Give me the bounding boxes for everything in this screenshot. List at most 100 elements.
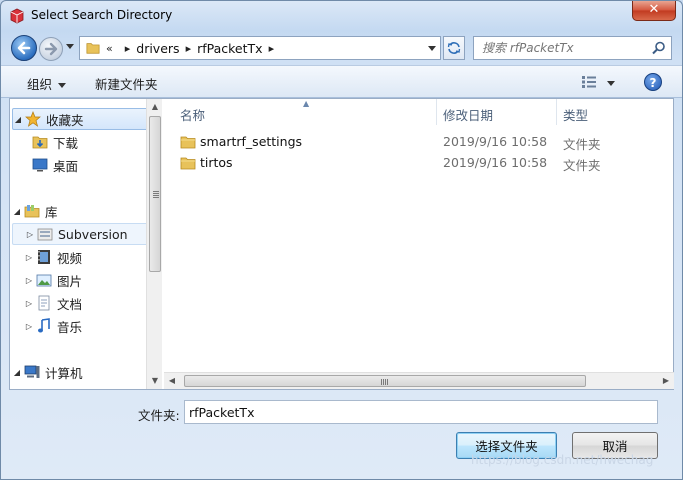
new-folder-label: 新建文件夹 bbox=[95, 77, 158, 92]
breadcrumb-overflow[interactable]: « bbox=[106, 42, 113, 55]
grip-icon bbox=[153, 191, 159, 192]
sidebar-item-label: 收藏夹 bbox=[46, 112, 84, 128]
column-header-label: 修改日期 bbox=[443, 108, 494, 123]
table-row[interactable]: tirtos 2019/9/16 10:58 文件夹 bbox=[180, 153, 670, 173]
forward-button[interactable] bbox=[39, 37, 63, 61]
sidebar-scroll-thumb[interactable] bbox=[149, 116, 161, 272]
scroll-up-icon[interactable]: ▲ bbox=[147, 99, 162, 115]
address-bar[interactable]: « ▸ drivers ▸ rfPacketTx ▸ bbox=[79, 36, 441, 60]
scroll-down-icon[interactable]: ▼ bbox=[147, 373, 162, 389]
close-button[interactable]: ✕ bbox=[632, 1, 676, 21]
desktop-icon bbox=[32, 158, 48, 172]
back-button[interactable] bbox=[11, 35, 37, 61]
sidebar-item-label: 桌面 bbox=[53, 158, 79, 174]
new-folder-button[interactable]: 新建文件夹 bbox=[95, 74, 158, 93]
view-options-icon[interactable] bbox=[581, 75, 597, 89]
navigation-pane: ◢ 收藏夹 下载 桌面 ◢ 库 ▷ Subversion ▷ 视频 ▷ 图片 ▷… bbox=[10, 99, 162, 389]
close-icon: ✕ bbox=[648, 2, 660, 17]
recent-pages-chevron-down-icon[interactable] bbox=[66, 44, 74, 49]
grip-icon bbox=[381, 379, 382, 385]
subversion-library-icon bbox=[37, 228, 53, 241]
breadcrumb-rfpackettx[interactable]: rfPacketTx bbox=[197, 41, 262, 56]
address-chevron-down-icon[interactable] bbox=[428, 46, 436, 51]
expand-icon[interactable]: ▷ bbox=[25, 230, 35, 239]
file-type: 文件夹 bbox=[563, 137, 601, 152]
folder-icon bbox=[180, 136, 196, 149]
sidebar-scrollbar[interactable]: ▲ ▼ bbox=[146, 99, 162, 389]
breadcrumb-separator-icon[interactable]: ▸ bbox=[186, 42, 192, 55]
sidebar-item-videos[interactable]: ▷ 视频 bbox=[12, 246, 148, 268]
chevron-down-icon bbox=[58, 83, 67, 88]
sidebar-item-label: 视频 bbox=[57, 250, 83, 266]
file-name: tirtos bbox=[200, 155, 233, 170]
view-chevron-down-icon[interactable] bbox=[607, 81, 615, 86]
column-divider[interactable] bbox=[556, 99, 557, 125]
folder-field-label: 文件夹: bbox=[138, 408, 180, 423]
folder-name-input[interactable] bbox=[184, 400, 658, 424]
expand-icon[interactable]: ▷ bbox=[24, 299, 34, 308]
column-header-label: 类型 bbox=[563, 108, 589, 123]
organize-menu-button[interactable]: 组织 bbox=[27, 74, 67, 93]
file-date: 2019/9/16 10:58 bbox=[443, 134, 548, 149]
search-input[interactable] bbox=[474, 37, 649, 59]
breadcrumb-drivers[interactable]: drivers bbox=[136, 41, 179, 56]
search-box bbox=[473, 36, 672, 60]
sidebar-item-label: 音乐 bbox=[57, 319, 83, 335]
help-icon[interactable]: ? bbox=[644, 73, 662, 91]
app-icon bbox=[10, 8, 24, 24]
scroll-right-icon[interactable]: ▶ bbox=[658, 373, 674, 389]
sidebar-item-desktop[interactable]: 桌面 bbox=[30, 154, 162, 176]
expand-icon[interactable]: ▷ bbox=[24, 276, 34, 285]
sidebar-item-label: 下载 bbox=[53, 135, 79, 151]
column-header-label: 名称 bbox=[180, 108, 206, 123]
sidebar-item-subversion[interactable]: ▷ Subversion bbox=[12, 223, 148, 245]
library-icon bbox=[24, 205, 40, 218]
file-list-scrollbar[interactable]: ◀ ▶ bbox=[164, 372, 674, 389]
search-icon[interactable] bbox=[651, 40, 667, 56]
watermark-text: https://blog.csdn.net/hwechag bbox=[471, 453, 654, 467]
column-divider[interactable] bbox=[436, 99, 437, 125]
star-icon bbox=[25, 111, 41, 127]
breadcrumb-separator-icon[interactable]: ▸ bbox=[125, 42, 131, 55]
breadcrumb-separator-icon[interactable]: ▸ bbox=[269, 42, 275, 55]
file-date: 2019/9/16 10:58 bbox=[443, 155, 548, 170]
music-library-icon bbox=[38, 318, 50, 333]
file-list-scroll-thumb[interactable] bbox=[184, 375, 586, 387]
sidebar-item-libraries[interactable]: ◢ 库 bbox=[12, 200, 148, 222]
expand-icon[interactable]: ▷ bbox=[24, 253, 34, 262]
table-row[interactable]: smartrf_settings 2019/9/16 10:58 文件夹 bbox=[180, 132, 670, 152]
file-list: ▲ 名称 修改日期 类型 smartrf_settings 2019/9/16 … bbox=[164, 99, 674, 389]
sidebar-item-favorites[interactable]: ◢ 收藏夹 bbox=[12, 108, 148, 130]
command-bar: 组织 新建文件夹 ? bbox=[1, 65, 682, 98]
sidebar-item-music[interactable]: ▷ 音乐 bbox=[12, 315, 148, 337]
sidebar-item-downloads[interactable]: 下载 bbox=[30, 131, 162, 153]
sidebar-item-computer[interactable]: ◢ 计算机 bbox=[12, 361, 148, 383]
collapse-icon[interactable]: ◢ bbox=[12, 207, 22, 216]
sidebar-item-label: 文档 bbox=[57, 296, 83, 312]
navigation-bar: « ▸ drivers ▸ rfPacketTx ▸ bbox=[1, 32, 682, 62]
sidebar-item-pictures[interactable]: ▷ 图片 bbox=[12, 269, 148, 291]
folder-icon bbox=[86, 43, 100, 54]
title-bar[interactable]: Select Search Directory ✕ bbox=[1, 1, 682, 31]
column-header-date[interactable]: 修改日期 bbox=[443, 99, 493, 125]
computer-icon bbox=[24, 365, 40, 378]
refresh-button[interactable] bbox=[443, 36, 465, 60]
sidebar-item-label: Subversion bbox=[58, 226, 128, 242]
collapse-icon[interactable]: ◢ bbox=[12, 368, 22, 377]
collapse-icon[interactable]: ◢ bbox=[13, 115, 23, 124]
pictures-library-icon bbox=[36, 274, 52, 287]
dialog-window: Select Search Directory ✕ « ▸ drivers ▸ … bbox=[0, 0, 683, 480]
scroll-left-icon[interactable]: ◀ bbox=[164, 373, 180, 389]
expand-icon[interactable]: ▷ bbox=[24, 322, 34, 331]
download-folder-icon bbox=[32, 136, 48, 149]
sidebar-item-documents[interactable]: ▷ 文档 bbox=[12, 292, 148, 314]
column-header-name[interactable]: 名称 bbox=[180, 99, 205, 125]
arrow-left-icon bbox=[17, 41, 31, 55]
organize-label: 组织 bbox=[27, 77, 53, 92]
window-title: Select Search Directory bbox=[31, 8, 173, 22]
column-header-type[interactable]: 类型 bbox=[563, 99, 588, 125]
sidebar-item-label: 计算机 bbox=[45, 365, 83, 381]
sidebar-item-label: 库 bbox=[45, 204, 58, 220]
file-name: smartrf_settings bbox=[200, 134, 303, 149]
browser-body: ◢ 收藏夹 下载 桌面 ◢ 库 ▷ Subversion ▷ 视频 ▷ 图片 ▷… bbox=[9, 98, 674, 390]
